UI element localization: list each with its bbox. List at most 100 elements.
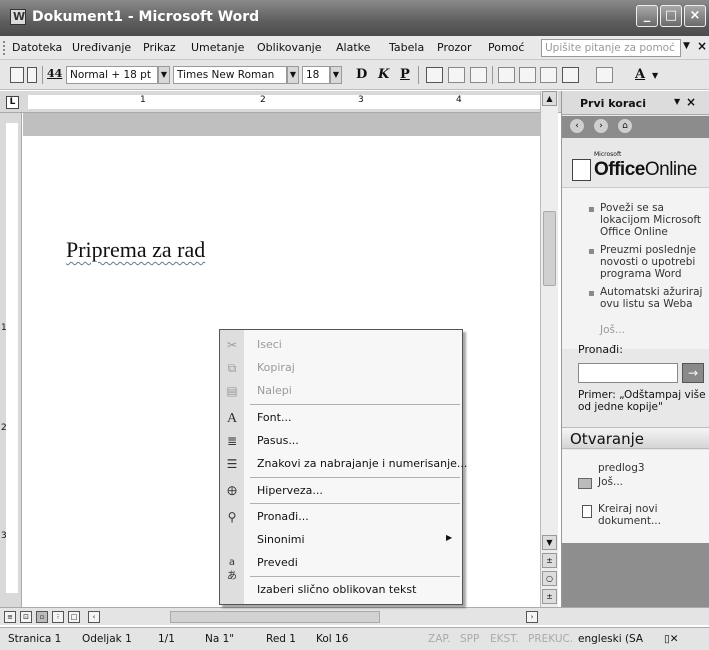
style-dropdown-arrow-icon[interactable]: ▼ xyxy=(158,66,170,84)
borders-icon[interactable] xyxy=(562,67,579,83)
minimize-button[interactable]: _ xyxy=(636,5,658,27)
menu-help[interactable]: Pomoć xyxy=(488,41,524,54)
task-pane-dropdown-icon[interactable]: ▼ xyxy=(674,97,680,106)
italic-button[interactable]: K xyxy=(378,67,389,82)
task-pane: Prvi koraci ▼ × ‹ › ⌂ Microsoft OfficeOn… xyxy=(561,91,709,607)
find-go-button[interactable]: → xyxy=(682,363,704,383)
help-search-input[interactable]: Upišite pitanje za pomoć xyxy=(541,39,681,57)
link-auto-update[interactable]: Automatski ažuriraj ovu listu sa Weba xyxy=(600,286,706,310)
document-close-icon[interactable]: × xyxy=(697,39,707,53)
formatting-toolbar: 44 Normal + 18 pt ▼ Times New Roman ▼ 18… xyxy=(0,60,709,90)
recent-file-link[interactable]: predlog3 xyxy=(598,462,645,474)
ruler-scale[interactable]: 1 2 3 4 xyxy=(28,95,540,109)
status-extend[interactable]: EKST. xyxy=(490,633,519,645)
menu-edit[interactable]: Uređivanje xyxy=(72,41,131,54)
numbering-icon[interactable] xyxy=(498,67,515,83)
link-latest-news[interactable]: Preuzmi poslednje novosti o upotrebi pro… xyxy=(600,244,706,280)
print-view-icon[interactable]: ▫ xyxy=(36,611,48,623)
menu-window[interactable]: Prozor xyxy=(437,41,471,54)
menu-grip[interactable] xyxy=(3,41,6,55)
font-dropdown[interactable]: Times New Roman xyxy=(173,66,287,84)
scroll-down-icon[interactable]: ▼ xyxy=(542,535,557,550)
home-icon[interactable]: ⌂ xyxy=(618,119,632,133)
menu-view[interactable]: Prikaz xyxy=(143,41,176,54)
hyperlink-icon: 🜨 xyxy=(226,484,238,498)
style-dropdown[interactable]: Normal + 18 pt xyxy=(66,66,158,84)
status-overtype[interactable]: PREKUC. xyxy=(528,633,573,645)
menu-item-select-similar[interactable]: Izaberi slično oblikovan tekst xyxy=(220,579,462,601)
save-icon[interactable] xyxy=(10,67,24,83)
align-center-icon[interactable] xyxy=(448,67,465,83)
document-heading[interactable]: Priprema za rad xyxy=(66,237,205,263)
help-dropdown-icon[interactable]: ▼ xyxy=(683,41,690,51)
align-left-icon[interactable] xyxy=(426,67,443,83)
menu-item-cut[interactable]: ✂ Iseci xyxy=(220,334,462,356)
find-input[interactable] xyxy=(578,363,678,383)
tab-selector-button[interactable]: L xyxy=(6,96,19,109)
back-icon[interactable]: ‹ xyxy=(570,119,584,133)
reading-view-icon[interactable]: □ xyxy=(68,611,80,623)
status-language[interactable]: engleski (SA xyxy=(578,633,643,645)
web-view-icon[interactable]: ⊡ xyxy=(20,611,32,623)
open-more-link[interactable]: Još... xyxy=(598,476,623,488)
forward-icon[interactable]: › xyxy=(594,119,608,133)
scroll-thumb[interactable] xyxy=(543,211,556,286)
align-right-icon[interactable] xyxy=(470,67,487,83)
scroll-right-icon[interactable]: › xyxy=(526,611,538,623)
open-section-title: Otvaranje xyxy=(570,430,645,448)
close-button[interactable]: × xyxy=(684,5,706,27)
menu-item-copy[interactable]: ⧉ Kopiraj xyxy=(220,357,462,379)
indent-icon[interactable] xyxy=(540,67,557,83)
menu-file[interactable]: Datoteka xyxy=(12,41,62,54)
font-dropdown-arrow-icon[interactable]: ▼ xyxy=(287,66,299,84)
task-pane-close-icon[interactable]: × xyxy=(686,95,696,109)
menu-item-font[interactable]: A Font... xyxy=(220,407,462,429)
vertical-ruler-scale[interactable] xyxy=(6,123,18,593)
page-gap xyxy=(23,113,540,136)
font-size-arrow-icon[interactable]: ▼ xyxy=(330,66,342,84)
menu-table[interactable]: Tabela xyxy=(389,41,424,54)
menu-format[interactable]: Oblikovanje xyxy=(257,41,322,54)
status-record[interactable]: ZAP. xyxy=(428,633,450,645)
maximize-button[interactable]: □ xyxy=(660,5,682,27)
task-pane-title[interactable]: Prvi koraci xyxy=(580,97,646,110)
font-color-button[interactable]: A xyxy=(635,67,645,82)
font-icon: A xyxy=(226,411,238,426)
menu-insert[interactable]: Umetanje xyxy=(191,41,244,54)
outline-view-icon[interactable]: ⁝ xyxy=(52,611,64,623)
menu-item-paragraph[interactable]: ≣ Pasus... xyxy=(220,430,462,452)
highlight-icon[interactable] xyxy=(596,67,613,83)
toolbar-separator xyxy=(418,66,419,84)
bullets-icon[interactable] xyxy=(519,67,536,83)
new-document-section: Kreiraj novi dokument... xyxy=(562,495,709,543)
vertical-scrollbar[interactable]: ▲ ▼ ± ○ ± xyxy=(540,91,558,607)
styles-pane-icon[interactable]: 44 xyxy=(47,67,62,80)
font-color-dropdown-icon[interactable]: ▼ xyxy=(652,70,658,80)
bold-button[interactable]: D xyxy=(356,67,367,82)
link-office-online[interactable]: Poveži se sa lokacijom Microsoft Office … xyxy=(600,202,706,238)
browse-object-icon[interactable]: ○ xyxy=(542,571,557,586)
next-page-icon[interactable]: ± xyxy=(542,589,557,604)
menu-item-synonyms[interactable]: Sinonimi ▶ xyxy=(220,529,462,551)
font-size-dropdown[interactable]: 18 xyxy=(302,66,330,84)
scroll-left-icon[interactable]: ‹ xyxy=(88,611,100,623)
toolbar-separator xyxy=(42,66,43,84)
normal-view-icon[interactable]: ≡ xyxy=(4,611,16,623)
status-track[interactable]: SPP xyxy=(460,633,479,645)
menu-item-paste[interactable]: ▤ Nalepi xyxy=(220,380,462,402)
scroll-up-icon[interactable]: ▲ xyxy=(542,91,557,106)
previous-page-icon[interactable]: ± xyxy=(542,553,557,568)
new-document-link[interactable]: Kreiraj novi dokument... xyxy=(598,503,698,527)
horizontal-scroll-thumb[interactable] xyxy=(170,611,380,623)
find-icon: ⚲ xyxy=(227,510,237,524)
link-more[interactable]: Još... xyxy=(600,324,625,336)
menu-item-find[interactable]: ⚲ Pronađi... xyxy=(220,506,462,528)
menu-item-bullets[interactable]: ☰ Znakovi za nabrajanje i numerisanje... xyxy=(220,453,468,475)
menu-item-hyperlink[interactable]: 🜨 Hiperveza... xyxy=(220,480,462,502)
menu-item-translate[interactable]: aあ Prevedi xyxy=(220,552,462,582)
underline-button[interactable]: P xyxy=(400,67,410,82)
spelling-status-icon[interactable]: ▯✕ xyxy=(664,633,679,645)
toolbar-options-icon[interactable] xyxy=(27,67,37,83)
word-app-icon[interactable] xyxy=(10,9,26,25)
menu-tools[interactable]: Alatke xyxy=(336,41,370,54)
